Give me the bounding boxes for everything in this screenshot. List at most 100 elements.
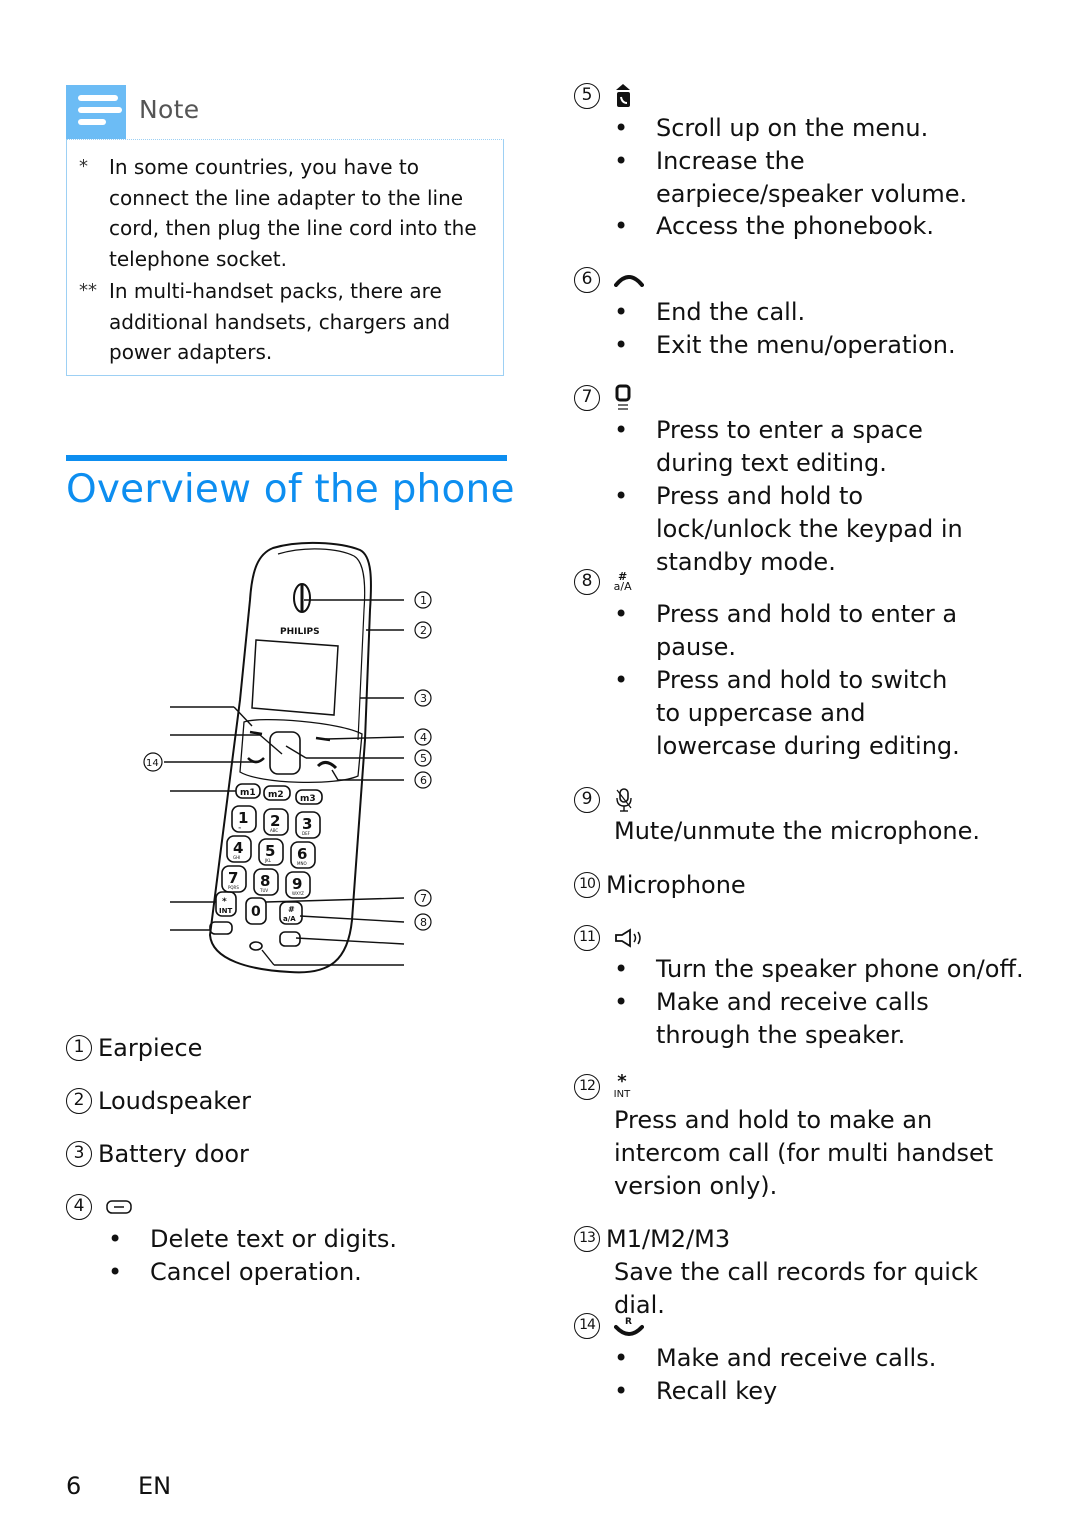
note-line: telephone socket.: [109, 246, 287, 271]
note-line: In multi-handset packs, there are: [109, 279, 442, 303]
section-title: Overview of the phone: [66, 467, 515, 512]
keypad-key: 7PQRS: [221, 865, 247, 893]
callout-number: 14: [146, 758, 159, 769]
keypad-key: 1∞: [231, 805, 257, 833]
callout-number: 4: [66, 1194, 92, 1220]
part-label: Microphone: [606, 871, 746, 899]
key-letters: GHI: [233, 855, 240, 860]
page-number: 6: [66, 1472, 82, 1500]
part-label: M1/M2/M3: [606, 1225, 731, 1253]
note-title: Note: [139, 95, 200, 124]
callout-number: 8: [574, 569, 600, 595]
note-line: cord, then plug the line cord into the: [109, 216, 477, 240]
part-loudspeaker: 2 Loudspeaker: [66, 1085, 251, 1116]
part-microphone: 10 Microphone: [574, 869, 746, 900]
callout-number: 4: [420, 731, 427, 744]
note-line: additional handsets, chargers and: [109, 309, 451, 334]
part-up-phonebook-key: 5: [574, 80, 632, 110]
svg-text:R: R: [625, 1317, 632, 1327]
part-end-call-key: 6: [574, 264, 644, 294]
callout-number: 2: [66, 1088, 92, 1114]
keypad-key: 9WXYZ: [285, 871, 311, 899]
callout-number: 13: [574, 1226, 600, 1252]
key-letters: PQRS: [228, 885, 239, 890]
callout-number: 5: [574, 83, 600, 109]
language-code: EN: [138, 1472, 172, 1500]
part-label: Battery door: [98, 1140, 249, 1168]
keypad-key: 3DEF: [295, 811, 321, 839]
hash-key: #: [288, 905, 295, 914]
part-battery-door: 3 Battery door: [66, 1138, 249, 1169]
part-label: Earpiece: [98, 1034, 203, 1062]
zero-key-icon: [615, 384, 631, 410]
callout-number: 2: [420, 624, 427, 637]
callout-number: 1: [66, 1035, 92, 1061]
keypad: 1∞ 2ABC 3DEF 4GHI 5JKL 6MNO 7PQRS 8TUV 9WXYZ: [221, 805, 321, 899]
hash-key-icon: # a/A: [613, 570, 632, 593]
memory-key-label: m2: [268, 790, 284, 800]
talk-recall-icon: R: [613, 1317, 644, 1336]
callout-number: 7: [574, 385, 600, 411]
part-memory-keys: 13 M1/M2/M3: [574, 1223, 730, 1254]
note-icon: [66, 85, 126, 139]
callout-number: 3: [420, 692, 427, 705]
keypad-key: 5JKL: [258, 838, 284, 866]
note-box: * In some countries, you have to connect…: [66, 139, 504, 376]
star-int-key-icon: * INT: [613, 1070, 631, 1100]
key-letters: ABC: [270, 828, 278, 833]
keypad-key: 2ABC: [263, 808, 289, 836]
part-label: Loudspeaker: [98, 1087, 251, 1115]
part-hash-key: 8 # a/A: [574, 566, 632, 596]
callout-number: 1: [420, 594, 427, 607]
mute-microphone-icon: [615, 788, 632, 812]
callout-number: 6: [420, 774, 427, 787]
callout-number: 14: [574, 1313, 600, 1339]
key-letters: TUV: [259, 888, 268, 893]
display-screen: [251, 639, 339, 716]
note-line: In some countries, you have to: [109, 155, 419, 179]
key-letters: WXYZ: [292, 891, 304, 896]
note-mark: **: [79, 280, 97, 301]
zero-key: 0: [251, 904, 261, 920]
part-back-key: 4: [66, 1191, 132, 1221]
part-description: Save the call records for quick dial.: [614, 1258, 979, 1319]
phonebook-up-icon: [615, 84, 630, 107]
callout-number: 9: [574, 787, 600, 813]
star-key: *: [222, 897, 227, 907]
key-letters: DEF: [302, 831, 311, 836]
callout-number: 10: [574, 872, 600, 898]
note-line: power adapters.: [109, 340, 273, 364]
speaker-icon: [614, 928, 641, 948]
memory-key-label: m3: [300, 794, 316, 804]
keypad-key: 8TUV: [253, 868, 279, 896]
note-mark: *: [79, 156, 88, 177]
part-talk-recall-key: 14 R: [574, 1310, 644, 1340]
phone-diagram: PHILIPS m1 m2 m3 1∞ 2ABC 3DEF4GHI 5JKL 6MNO7…: [143, 541, 432, 974]
part-speaker-key: 11: [574, 922, 644, 952]
key-letters: JKL: [264, 858, 272, 863]
callout-number: 8: [420, 916, 427, 929]
callout-number: 6: [574, 267, 600, 293]
callout-number: 5: [420, 752, 427, 765]
keypad-key: 6MNO: [290, 841, 316, 869]
memory-key-label: m1: [240, 788, 256, 798]
part-description: Press and hold to make an intercom call …: [614, 1106, 994, 1200]
key-letters: MNO: [297, 861, 307, 866]
heading-rule: [66, 455, 507, 461]
key-letters: ∞: [238, 825, 241, 830]
part-zero-key: 7: [574, 382, 632, 412]
part-star-int-key: 12 * INT: [574, 1071, 630, 1101]
part-earpiece: 1 Earpiece: [66, 1032, 202, 1063]
callout-number: 11: [574, 925, 600, 951]
end-call-icon: [613, 275, 644, 287]
note-line: connect the line adapter to the line: [109, 185, 464, 210]
callout-number: 3: [66, 1141, 92, 1167]
callout-number: 7: [420, 892, 427, 905]
keypad-key: 4GHI: [226, 835, 252, 863]
brand-logo: PHILIPS: [280, 627, 320, 637]
part-description: Mute/unmute the microphone.: [614, 817, 981, 845]
callout-number: 12: [574, 1074, 600, 1100]
star-key-sub: INT: [219, 907, 232, 915]
hash-key-sub: a/A: [283, 915, 296, 923]
back-clear-key-icon: [105, 1200, 132, 1214]
